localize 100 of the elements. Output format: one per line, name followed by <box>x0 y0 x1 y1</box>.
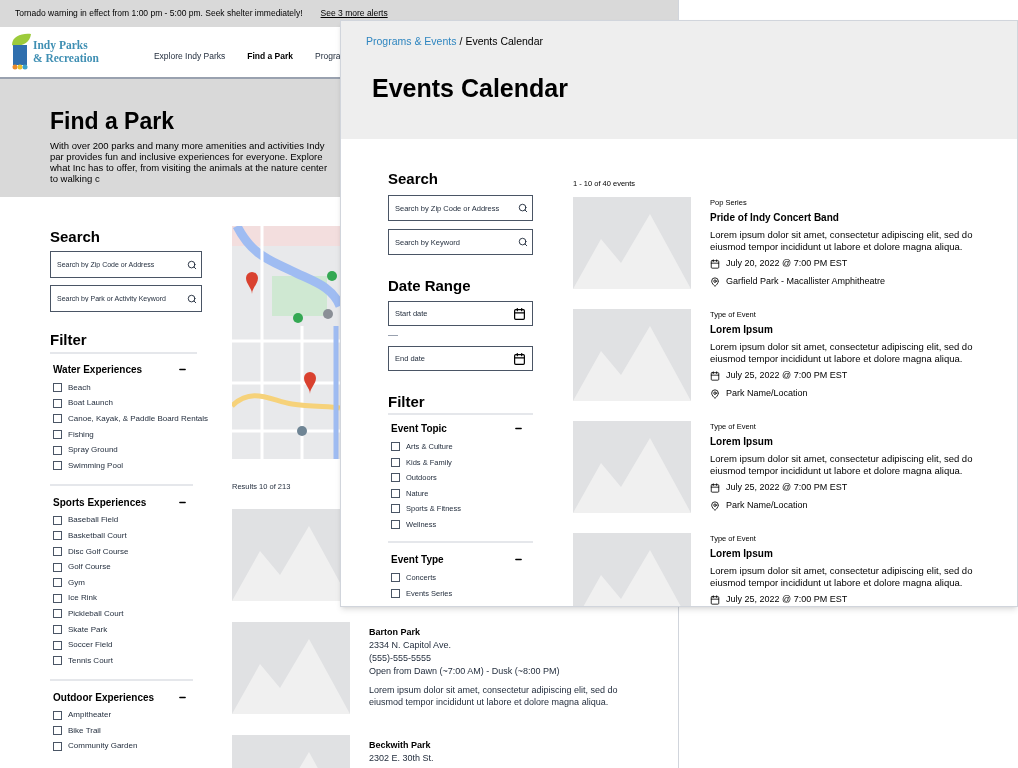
checkbox-label: Golf Course <box>68 561 111 574</box>
checkbox-label: Boat Launch <box>68 397 113 410</box>
event-location: Park Name/Location <box>726 386 808 400</box>
event-description: Lorem ipsum dolor sit amet, consectetur adipiscing elit, sed do eiusmod tempor incididunt ut labore et dolore magna aliqua. <box>710 341 974 365</box>
filter-group-title: Outdoor Experiences <box>53 690 155 705</box>
checkbox-label: Canoe, Kayak, & Paddle Board Rentals <box>68 413 209 425</box>
event-date: July 25, 2022 @ 7:00 PM EST <box>726 481 848 495</box>
checkbox[interactable] <box>53 515 62 525</box>
alert-message: Tornado warning in effect from 1:00 pm - 5:00 pm. Seek shelter immediately! <box>15 7 303 20</box>
calendar-icon <box>513 352 526 365</box>
calendar-icon <box>710 259 720 269</box>
checkbox[interactable] <box>391 442 400 452</box>
checkbox-label: Disc Golf Course <box>68 545 129 558</box>
breadcrumb-current: Events Calendar <box>465 34 543 49</box>
checkbox[interactable] <box>53 710 62 720</box>
search-icon <box>518 237 528 247</box>
search-icon <box>187 293 197 304</box>
checkbox-label: Basketball Court <box>68 529 127 542</box>
event-location: Garfield Park - Macallister Amphitheatre <box>726 274 886 288</box>
checkbox[interactable] <box>53 609 62 619</box>
checkbox[interactable] <box>53 430 62 440</box>
park-address: 2334 N. Capitol Ave. <box>369 639 452 653</box>
checkbox[interactable] <box>391 573 400 583</box>
checkbox[interactable] <box>53 547 62 557</box>
checkbox[interactable] <box>53 383 62 393</box>
event-location: Park Name/Location <box>726 498 808 512</box>
event-title[interactable]: Lorem Ipsum <box>710 323 1010 338</box>
checkbox[interactable] <box>53 461 62 471</box>
checkbox[interactable] <box>53 640 62 650</box>
checkbox[interactable] <box>53 656 62 666</box>
park-hours: Open from Dawn (~7:00 AM) - Dusk (~8:00 PM) <box>369 665 561 679</box>
calendar-icon <box>710 595 720 605</box>
checkbox[interactable] <box>53 414 62 424</box>
checkbox[interactable] <box>391 519 400 529</box>
checkbox[interactable] <box>53 742 62 751</box>
logo-icon <box>10 33 32 71</box>
breadcrumb-link[interactable]: Programs & Events <box>366 34 457 50</box>
checkbox[interactable] <box>53 531 62 541</box>
checkbox[interactable] <box>53 593 62 603</box>
checkbox-label: Ice Rink <box>68 592 97 605</box>
checkbox[interactable] <box>391 473 400 483</box>
checkbox-label: Spray Ground <box>68 444 118 457</box>
section-heading: Date Range <box>388 278 472 293</box>
filter-group-title: Sports Experiences <box>53 495 147 510</box>
checkbox-label: Tennis Court <box>68 654 113 667</box>
park-phone: (555)-555-5555 <box>369 652 433 666</box>
park-name[interactable]: Beckwith Park <box>369 739 654 753</box>
event-title[interactable]: Lorem Ipsum <box>710 547 1010 562</box>
event-description: Lorem ipsum dolor sit amet, consectetur adipiscing elit, sed do eiusmod tempor incididunt ut labore et dolore magna aliqua. <box>710 453 974 477</box>
park-description: Lorem ipsum dolor sit amet, consectetur adipiscing elit, sed do eiusmod tempor incididunt ut labore et dolore magna aliqua. <box>369 684 619 709</box>
event-title[interactable]: Pride of Indy Concert Band <box>710 211 1010 226</box>
filter-group-title: Water Experiences <box>53 363 143 377</box>
section-heading: Filter <box>50 332 197 354</box>
calendar-icon <box>513 307 526 320</box>
search-icon <box>518 203 528 213</box>
checkbox[interactable] <box>53 625 62 634</box>
location-pin-icon <box>710 276 720 287</box>
checkbox[interactable] <box>391 457 400 467</box>
checkbox-label: Baseball Field <box>68 514 119 527</box>
event-title[interactable]: Lorem Ipsum <box>710 435 1010 450</box>
checkbox[interactable] <box>391 504 400 514</box>
checkbox[interactable] <box>53 562 62 572</box>
checkbox-label: Gym <box>68 576 85 589</box>
filter-group-title: Event Type <box>391 553 444 567</box>
checkbox[interactable] <box>53 445 62 455</box>
checkbox-label: Fishing <box>68 428 94 441</box>
checkbox-label: Ampitheater <box>68 709 112 722</box>
logo-text: & Recreation <box>33 52 99 65</box>
event-description: Lorem ipsum dolor sit amet, consectetur adipiscing elit, sed do eiusmod tempor incididunt ut labore et dolore magna aliqua. <box>710 229 974 253</box>
checkbox-label: Beach <box>68 381 91 394</box>
park-name[interactable]: Barton Park <box>369 626 654 640</box>
checkbox-label: Community Garden <box>68 740 138 753</box>
page-title: Find a Park <box>50 110 175 133</box>
checkbox[interactable] <box>53 398 62 408</box>
checkbox[interactable] <box>53 726 62 736</box>
checkbox-label: Skate Park <box>68 623 108 636</box>
event-date: July 25, 2022 @ 7:00 PM EST <box>726 593 848 606</box>
checkbox[interactable] <box>391 488 400 498</box>
nav-link[interactable]: Explore Indy Parks <box>153 49 226 63</box>
event-description: Lorem ipsum dolor sit amet, consectetur adipiscing elit, sed do eiusmod tempor incididunt ut labore et dolore magna aliqua. <box>710 565 974 589</box>
checkbox[interactable] <box>53 578 62 588</box>
event-date: July 25, 2022 @ 7:00 PM EST <box>726 369 848 383</box>
location-pin-icon <box>710 388 720 399</box>
nav-link[interactable]: Find a Park <box>247 49 294 63</box>
nav-link[interactable]: Progra <box>315 49 341 63</box>
checkbox-label: Swimming Pool <box>68 459 124 472</box>
filter-group-title: Event Topic <box>391 422 447 436</box>
checkbox-label: Bike Trail <box>68 724 101 737</box>
alert-link[interactable]: See 3 more alerts <box>320 7 388 20</box>
section-heading: Search <box>388 171 440 186</box>
location-pin-icon <box>710 500 720 511</box>
section-heading: Search <box>50 229 102 244</box>
section-heading: Filter <box>388 394 533 415</box>
park-address: 2302 E. 30th St. <box>369 752 435 766</box>
calendar-icon <box>710 371 720 381</box>
checkbox-label: Pickleball Court <box>68 607 124 620</box>
calendar-icon <box>710 483 720 493</box>
checkbox[interactable] <box>391 588 400 598</box>
page-title: Events Calendar <box>372 75 569 101</box>
intro-paragraph: With over 200 parks and many more amenities and activities Indy par provides fun and inclusive experiences for everyone. Explore what Inc has to offer, from visiting the animals at the nature center to walking c <box>50 140 329 184</box>
